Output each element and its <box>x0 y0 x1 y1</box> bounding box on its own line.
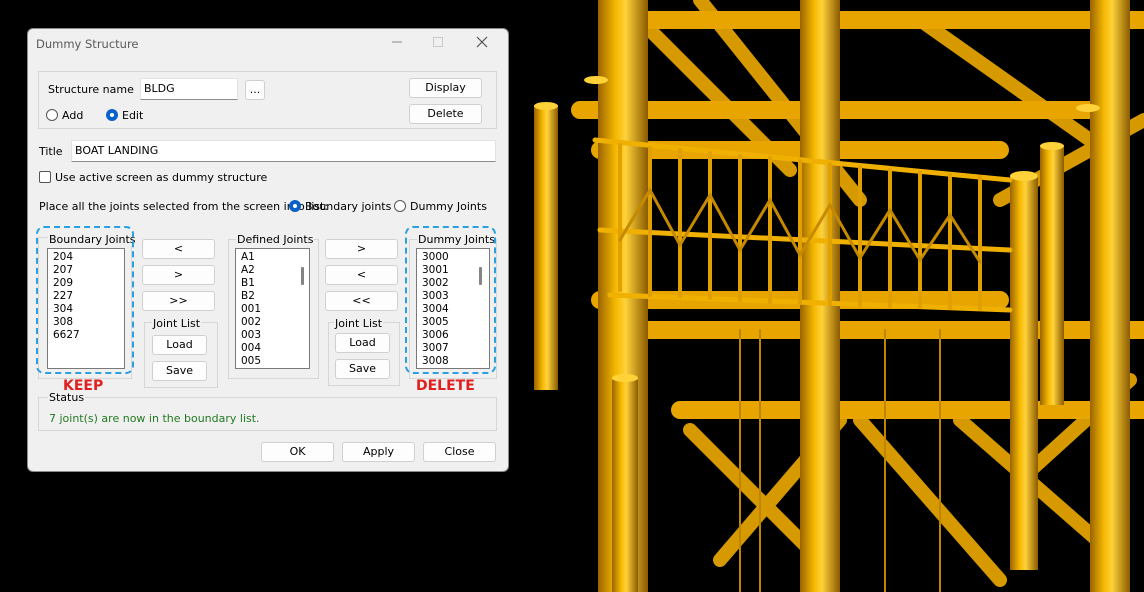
use-active-label: Use active screen as dummy structure <box>55 171 268 184</box>
close-button[interactable]: Close <box>423 442 496 462</box>
keep-highlight <box>36 226 134 374</box>
list-item[interactable]: B1 <box>236 277 309 290</box>
close-icon[interactable] <box>475 35 489 49</box>
delete-button[interactable]: Delete <box>409 104 482 124</box>
defined-joints-list[interactable]: A1 A2 B1 B2 001 002 003 004 005 <box>235 248 310 369</box>
right-save-button[interactable]: Save <box>335 359 390 379</box>
edit-radio[interactable] <box>106 109 118 121</box>
structure-name-label: Structure name <box>48 83 134 96</box>
edit-radio-label: Edit <box>122 109 144 122</box>
move-from-boundary-button[interactable]: > <box>142 265 215 285</box>
right-load-button[interactable]: Load <box>335 333 390 353</box>
boundary-joints-radio[interactable] <box>289 200 301 212</box>
use-active-checkbox[interactable] <box>39 171 51 183</box>
left-load-button[interactable]: Load <box>152 335 207 355</box>
move-to-dummy-button[interactable]: > <box>325 239 398 259</box>
minimize-icon[interactable] <box>390 35 404 49</box>
list-item[interactable]: 003 <box>236 329 309 342</box>
title-label: Title <box>39 145 63 158</box>
list-item[interactable]: B2 <box>236 290 309 303</box>
status-title: Status <box>48 391 86 404</box>
add-radio-label: Add <box>62 109 84 122</box>
move-all-from-dummy-button[interactable]: << <box>325 291 398 311</box>
delete-highlight <box>405 226 496 374</box>
list-item[interactable]: A1 <box>236 251 309 264</box>
list-item[interactable]: 004 <box>236 342 309 355</box>
defined-scrollbar-thumb[interactable] <box>301 267 304 285</box>
boundary-joints-radio-label: Boundary joints <box>305 200 392 213</box>
browse-button[interactable]: ... <box>245 80 265 100</box>
list-item[interactable]: 001 <box>236 303 309 316</box>
maximize-icon[interactable] <box>431 35 445 49</box>
left-save-button[interactable]: Save <box>152 361 207 381</box>
list-item[interactable]: 002 <box>236 316 309 329</box>
display-button[interactable]: Display <box>409 78 482 98</box>
dummy-structure-dialog: Dummy Structure Structure name BLDG ... … <box>27 28 509 472</box>
dummy-joints-radio-label: Dummy Joints <box>410 200 487 213</box>
title-input[interactable]: BOAT LANDING <box>71 140 496 162</box>
move-all-from-boundary-button[interactable]: >> <box>142 291 215 311</box>
list-item[interactable]: A2 <box>236 264 309 277</box>
status-message: 7 joint(s) are now in the boundary list. <box>49 412 260 425</box>
left-joint-list-title: Joint List <box>152 317 202 330</box>
apply-button[interactable]: Apply <box>342 442 415 462</box>
window-title: Dummy Structure <box>36 37 139 51</box>
defined-joints-title: Defined Joints <box>236 233 315 246</box>
place-label: Place all the joints selected from the s… <box>39 200 329 213</box>
ok-button[interactable]: OK <box>261 442 334 462</box>
dummy-joints-radio[interactable] <box>394 200 406 212</box>
list-item[interactable]: 005 <box>236 355 309 368</box>
delete-annotation: DELETE <box>416 378 475 394</box>
add-radio[interactable] <box>46 109 58 121</box>
move-from-dummy-button[interactable]: < <box>325 265 398 285</box>
move-to-boundary-button[interactable]: < <box>142 239 215 259</box>
right-joint-list-title: Joint List <box>334 317 384 330</box>
structure-name-input[interactable]: BLDG <box>140 78 238 100</box>
title-bar[interactable]: Dummy Structure <box>28 29 508 59</box>
